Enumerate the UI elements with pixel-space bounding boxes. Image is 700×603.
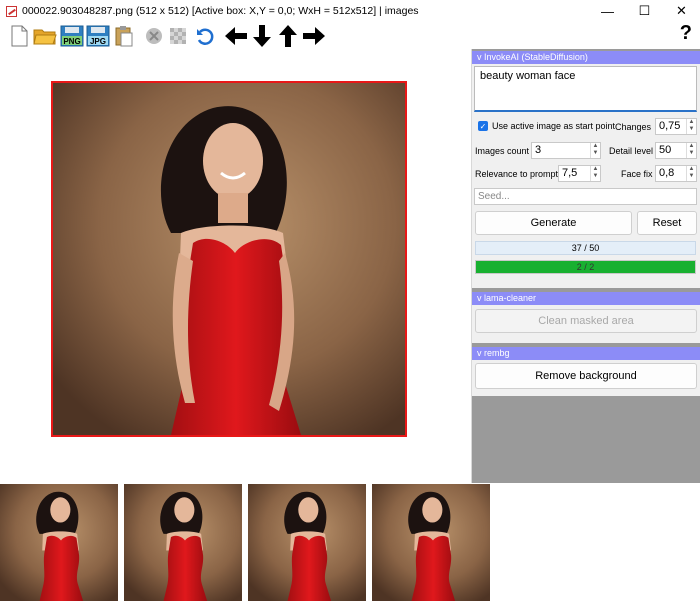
rembg-section: Remove background <box>472 360 700 396</box>
active-image[interactable] <box>51 81 407 437</box>
undo-icon[interactable] <box>194 24 216 48</box>
images-count-value: 3 <box>535 144 542 156</box>
paste-icon[interactable] <box>113 24 135 48</box>
arrow-right-icon[interactable] <box>302 24 326 48</box>
app-icon <box>6 5 17 17</box>
changes-value: 0,75 <box>659 120 681 132</box>
relevance-value: 7,5 <box>562 167 578 179</box>
arrow-up-icon[interactable] <box>277 24 299 48</box>
new-file-icon[interactable] <box>8 24 30 48</box>
relevance-stepper[interactable]: 7,5 ▲ ▼ <box>558 165 601 182</box>
changes-stepper[interactable]: 0,75 ▲ ▼ <box>655 118 697 135</box>
thumbnail-image[interactable] <box>372 484 490 601</box>
reset-button[interactable]: Reset <box>637 211 697 235</box>
invokeai-header[interactable]: v InvokeAI (StableDiffusion) <box>472 51 700 64</box>
delete-icon[interactable] <box>143 24 165 48</box>
arrow-down-icon[interactable] <box>251 24 273 48</box>
side-panel: v InvokeAI (StableDiffusion) beauty woma… <box>471 49 700 483</box>
clean-masked-area-button[interactable]: Clean masked area <box>475 309 697 333</box>
face-fix-spin-arrows[interactable]: ▲ ▼ <box>686 166 696 181</box>
relevance-spin-arrows[interactable]: ▲ ▼ <box>590 166 600 181</box>
steps-progress-text: 37 / 50 <box>571 243 600 253</box>
title-bar: 000022.903048287.png (512 x 512) [Active… <box>0 0 700 22</box>
window-title: 000022.903048287.png (512 x 512) [Active… <box>22 5 419 17</box>
remove-background-button[interactable]: Remove background <box>475 363 697 389</box>
toolbar: PNG JPG ? <box>0 22 700 49</box>
lama-cleaner-header[interactable]: v lama-cleaner <box>472 292 700 305</box>
woman-photo <box>53 83 405 435</box>
close-button[interactable]: ✕ <box>663 0 700 22</box>
changes-label: Changes <box>615 122 652 132</box>
thumbnail-image[interactable] <box>248 484 366 601</box>
window-controls: — ☐ ✕ <box>589 0 700 22</box>
generate-button[interactable]: Generate <box>475 211 632 235</box>
use-active-image-checkbox[interactable]: ✓ <box>478 121 488 131</box>
images-count-label: Images count <box>475 146 530 156</box>
jpg-label: JPG <box>90 37 106 46</box>
steps-progress-bar: 37 / 50 <box>475 241 696 255</box>
prompt-input[interactable]: beauty woman face <box>474 66 697 112</box>
crop-icon[interactable] <box>167 24 189 48</box>
images-count-spin-arrows[interactable]: ▲ ▼ <box>590 143 600 158</box>
face-fix-label: Face fix <box>621 169 653 179</box>
maximize-button[interactable]: ☐ <box>626 0 663 22</box>
seed-input[interactable]: Seed... <box>474 188 697 205</box>
canvas-area[interactable] <box>0 49 470 483</box>
images-progress-text: 2 / 2 <box>576 262 595 272</box>
thumbnail-strip <box>0 484 700 603</box>
images-progress-bar: 2 / 2 <box>475 260 696 274</box>
detail-level-stepper[interactable]: 50 ▲ ▼ <box>655 142 697 159</box>
changes-spin-arrows[interactable]: ▲ ▼ <box>686 119 696 134</box>
arrow-left-icon[interactable] <box>224 24 248 48</box>
open-folder-icon[interactable] <box>33 24 57 48</box>
thumbnail-image[interactable] <box>124 484 242 601</box>
detail-level-spin-arrows[interactable]: ▲ ▼ <box>686 143 696 158</box>
use-active-image-label: Use active image as start point <box>492 121 616 131</box>
rembg-header[interactable]: v rembg <box>472 347 700 360</box>
detail-level-label: Detail level <box>609 146 654 156</box>
save-png-icon[interactable]: PNG <box>60 24 84 48</box>
face-fix-stepper[interactable]: 0,8 ▲ ▼ <box>655 165 697 182</box>
steps-progress-fill <box>476 242 639 254</box>
minimize-button[interactable]: — <box>589 0 626 22</box>
lama-cleaner-section: Clean masked area <box>472 305 700 343</box>
invokeai-section: beauty woman face ✓ Use active image as … <box>472 64 700 288</box>
png-label: PNG <box>63 37 80 46</box>
images-count-stepper[interactable]: 3 ▲ ▼ <box>531 142 601 159</box>
face-fix-value: 0,8 <box>659 167 675 179</box>
thumbnail-image[interactable] <box>0 484 118 601</box>
use-active-image-option[interactable]: ✓ Use active image as start point <box>478 121 615 131</box>
save-jpg-icon[interactable]: JPG <box>86 24 110 48</box>
relevance-label: Relevance to prompt <box>475 169 559 179</box>
help-icon[interactable]: ? <box>680 22 692 45</box>
detail-level-value: 50 <box>659 144 672 156</box>
